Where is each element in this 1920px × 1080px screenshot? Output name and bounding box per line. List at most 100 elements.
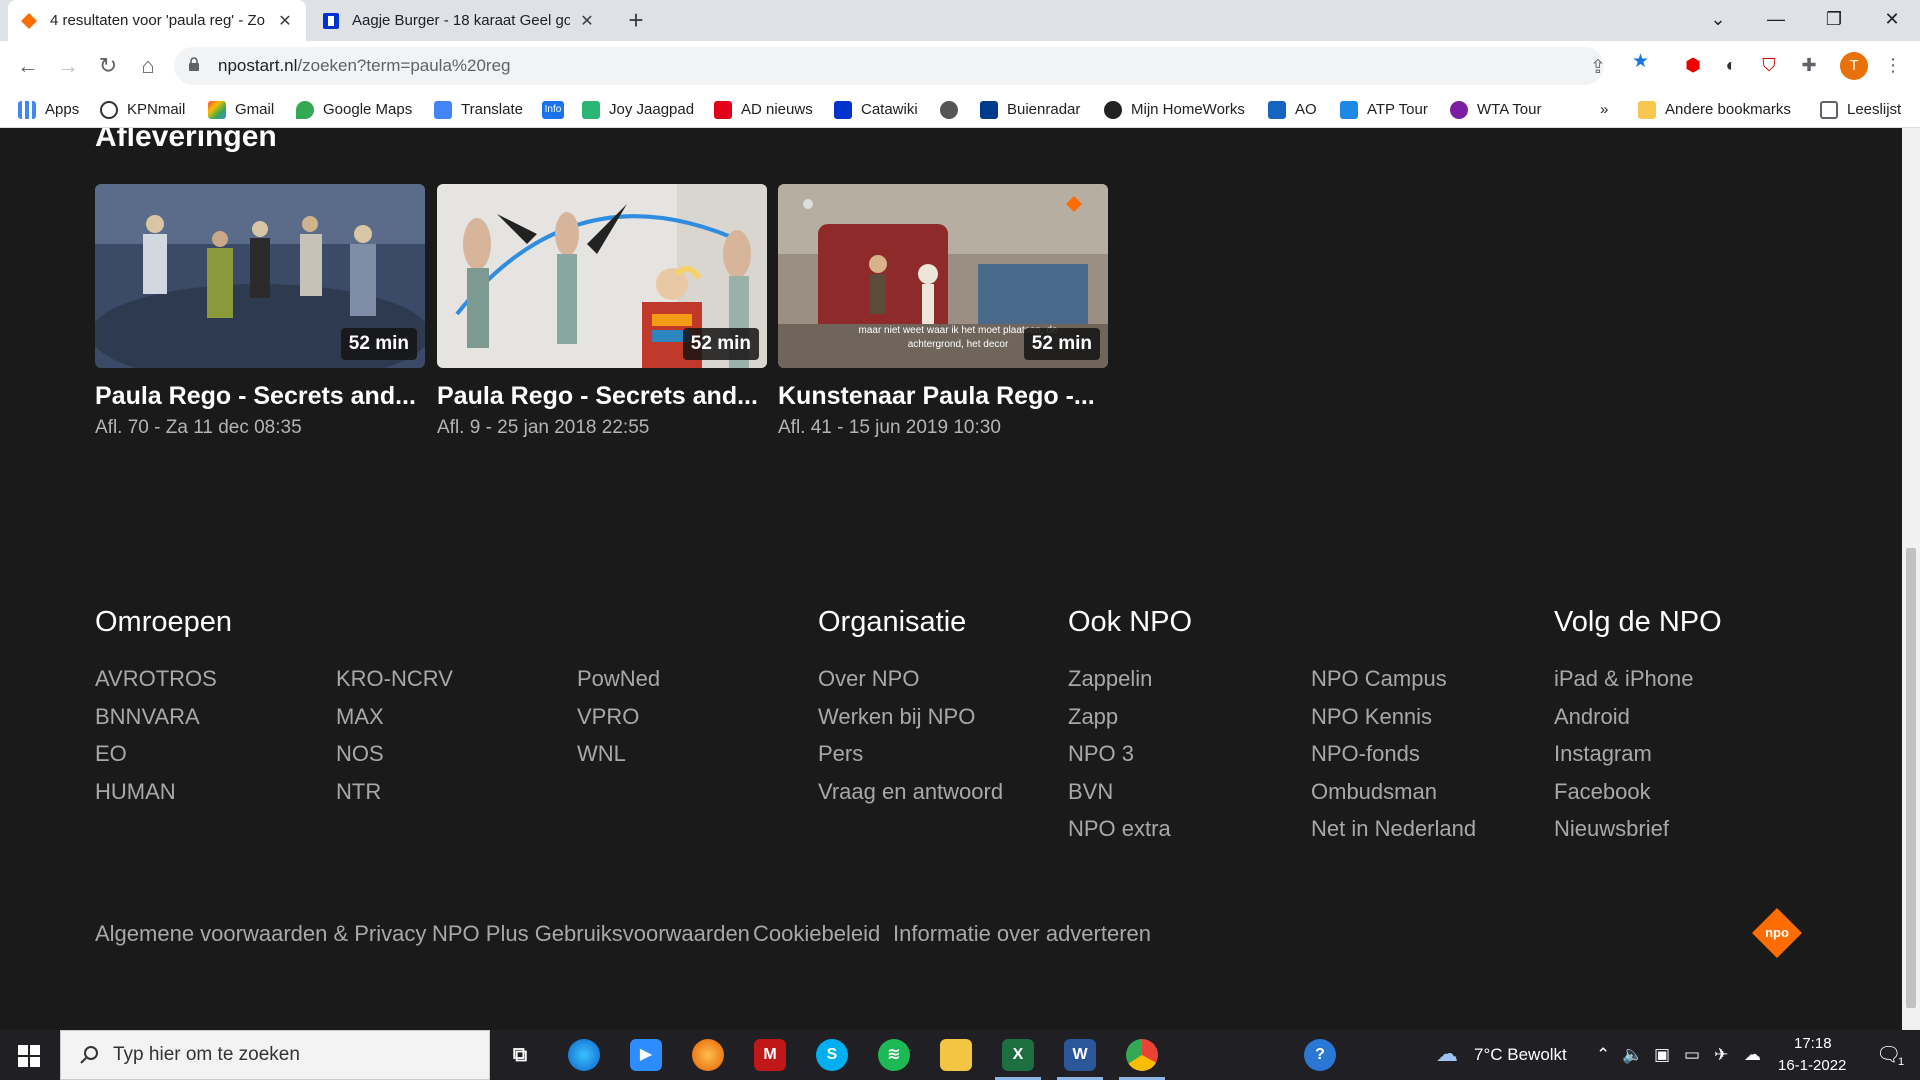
reload-icon[interactable]: ↻ [92,50,124,82]
airplane-mode-icon[interactable]: ✈ [1714,1045,1728,1065]
reading-list-button[interactable]: Leeslijst [1820,91,1901,128]
bookmark-ad-nieuws[interactable]: AD nieuws [714,91,813,128]
bookmark-translate[interactable]: Translate [434,91,523,128]
legal-link-cookies[interactable]: Cookiebeleid [753,921,880,947]
footer-link[interactable]: BNNVARA [95,704,200,730]
lock-icon[interactable] [188,57,200,71]
footer-link[interactable]: Over NPO [818,666,919,692]
clock-date[interactable]: 16-1-2022 [1778,1057,1846,1074]
scrollbar-thumb[interactable] [1906,548,1916,1008]
episode-card[interactable]: 52 min Paula Rego - Secrets and... Afl. … [437,184,767,439]
footer-link[interactable]: WNL [577,741,626,767]
footer-link[interactable]: AVROTROS [95,666,217,692]
tab-search-chevron-icon[interactable]: ⌄ [1690,0,1746,41]
footer-link[interactable]: Zappelin [1068,666,1152,692]
bookmark-star-icon[interactable]: ★ [1632,50,1649,73]
close-window-button[interactable]: ✕ [1864,0,1920,41]
clock-time[interactable]: 17:18 [1794,1035,1832,1052]
tab-aagje-burger[interactable]: Aagje Burger - 18 karaat Geel go ✕ [310,0,608,41]
weather-text[interactable]: 7°C Bewolkt [1474,1045,1567,1065]
extension-shield-icon[interactable]: ⬢ [1680,52,1706,78]
footer-link[interactable]: Werken bij NPO [818,704,975,730]
footer-link[interactable]: NPO Campus [1311,666,1447,692]
restore-button[interactable]: ❐ [1806,0,1862,41]
footer-link[interactable]: NPO 3 [1068,741,1134,767]
profile-avatar[interactable]: T [1840,52,1868,80]
footer-link[interactable]: NPO-fonds [1311,741,1420,767]
tab-npo-search[interactable]: 4 resultaten voor 'paula reg' - Zo ✕ [8,0,306,41]
footer-link[interactable]: Pers [818,741,863,767]
bookmark-kpnmail[interactable]: KPNmail [100,91,185,128]
windows-start-icon[interactable] [18,1045,40,1067]
dark-mode-extension-icon[interactable]: ◐ [1718,52,1744,78]
back-arrow-icon[interactable]: ← [12,50,44,82]
chrome-icon[interactable] [1126,1039,1158,1071]
episode-thumbnail[interactable]: maar niet weet waar ik het moet plaatsen… [778,184,1108,368]
taskbar-search-box[interactable]: Typ hier om te zoeken [60,1030,490,1080]
footer-link[interactable]: NOS [336,741,384,767]
forward-arrow-icon[interactable]: → [52,50,84,82]
address-bar[interactable]: npostart.nl/zoeken?term=paula%20reg ⇪ [174,47,1606,85]
bookmark-other-folder[interactable]: Andere bookmarks [1638,91,1791,128]
tray-chevron-icon[interactable]: ⌃ [1596,1045,1610,1065]
episode-title[interactable]: Kunstenaar Paula Rego -... [778,382,1108,411]
minimize-button[interactable]: — [1748,0,1804,41]
edge-icon[interactable] [568,1039,600,1071]
footer-link[interactable]: Ombudsman [1311,779,1437,805]
home-icon[interactable]: ⌂ [132,50,164,82]
bookmark-google-maps[interactable]: Google Maps [296,91,412,128]
battery-icon[interactable]: ▭ [1684,1045,1700,1065]
footer-link[interactable]: NTR [336,779,381,805]
legal-link-terms[interactable]: Algemene voorwaarden & Privacy [95,921,426,947]
bookmark-gmail[interactable]: Gmail [208,91,274,128]
legal-link-advertising[interactable]: Informatie over adverteren [893,921,1151,947]
footer-link[interactable]: NPO extra [1068,816,1171,842]
spotify-icon[interactable]: ≋ [878,1039,910,1071]
footer-link[interactable]: VPRO [577,704,639,730]
npo-logo[interactable]: npo [1752,908,1802,958]
footer-link[interactable]: Net in Nederland [1311,816,1476,842]
episode-card[interactable]: 52 min Paula Rego - Secrets and... Afl. … [95,184,425,439]
page-scrollbar[interactable] [1902,128,1920,1030]
bookmark-globe[interactable] [940,91,967,128]
mcafee-icon[interactable]: M [754,1039,786,1071]
close-tab-icon[interactable]: ✕ [276,11,294,31]
legal-link-npo-plus[interactable]: NPO Plus Gebruiksvoorwaarden [432,921,750,947]
bookmark-buienradar[interactable]: Buienradar [980,91,1080,128]
bookmark-info[interactable]: Info [542,91,573,128]
bookmark-atp-tour[interactable]: ATP Tour [1340,91,1428,128]
episode-thumbnail[interactable]: 52 min [437,184,767,368]
bookmark-mijn-homeworks[interactable]: Mijn HomeWorks [1104,91,1245,128]
display-icon[interactable]: ▣ [1654,1045,1670,1065]
footer-link[interactable]: iPad & iPhone [1554,666,1693,692]
footer-link[interactable]: Zapp [1068,704,1118,730]
firefox-icon[interactable] [692,1039,724,1071]
file-explorer-icon[interactable] [940,1039,972,1071]
episode-card[interactable]: maar niet weet waar ik het moet plaatsen… [778,184,1108,439]
footer-link[interactable]: Vraag en antwoord [818,779,1003,805]
zoom-icon[interactable]: ▶ [630,1039,662,1071]
bookmark-joy-jaagpad[interactable]: Joy Jaagpad [582,91,694,128]
footer-link[interactable]: NPO Kennis [1311,704,1432,730]
footer-link[interactable]: Facebook [1554,779,1651,805]
episode-thumbnail[interactable]: 52 min [95,184,425,368]
footer-link[interactable]: Instagram [1554,741,1652,767]
bookmarks-overflow-button[interactable]: » [1600,91,1608,128]
footer-link[interactable]: PowNed [577,666,660,692]
bookmark-wta-tour[interactable]: WTA Tour [1450,91,1541,128]
onedrive-icon[interactable]: ☁ [1744,1045,1761,1065]
word-icon[interactable]: W [1064,1039,1096,1071]
footer-link[interactable]: KRO-NCRV [336,666,453,692]
extension-red-icon[interactable]: ⛉ [1756,52,1782,78]
volume-icon[interactable]: 🔈 [1622,1045,1643,1065]
bookmark-ao[interactable]: AO [1268,91,1317,128]
share-icon[interactable]: ⇪ [1590,56,1606,79]
bookmark-catawiki[interactable]: Catawiki [834,91,918,128]
close-tab-icon[interactable]: ✕ [578,11,596,31]
episode-title[interactable]: Paula Rego - Secrets and... [95,382,425,411]
episode-title[interactable]: Paula Rego - Secrets and... [437,382,767,411]
footer-link[interactable]: Android [1554,704,1630,730]
footer-link[interactable]: HUMAN [95,779,176,805]
extensions-puzzle-icon[interactable]: ✚ [1796,52,1822,78]
weather-cloud-icon[interactable]: ☁ [1436,1041,1458,1067]
